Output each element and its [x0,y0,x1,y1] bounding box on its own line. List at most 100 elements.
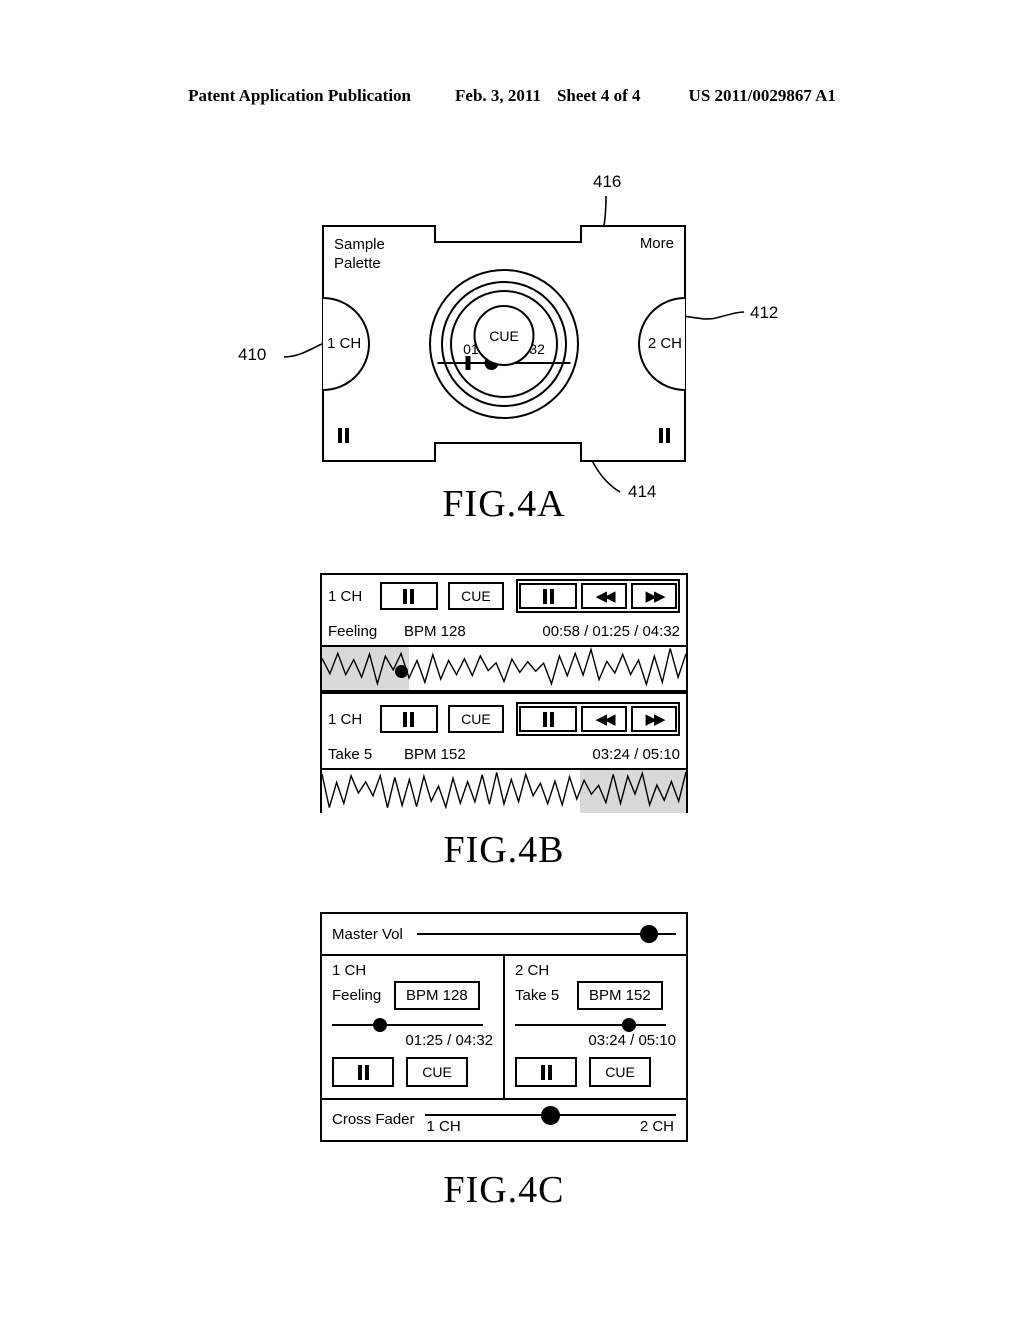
fig4a-device-screen: Sample Palette More 1 CH 2 CH Feeling 01… [322,225,686,462]
channel-strip-2-pause-button[interactable] [515,1057,577,1087]
deck-2: 1 CH CUE ◀◀ ▶▶ Take 5 BPM 152 03:24 / 05… [322,698,686,813]
fast-forward-icon: ▶▶ [645,588,665,605]
master-volume-label: Master Vol [332,925,403,943]
deck-1-transport-group: ◀◀ ▶▶ [516,579,680,613]
pause-icon [540,1064,552,1080]
callout-410: 410 [238,345,267,364]
channel-strip-2-buttons: CUE [515,1057,676,1087]
cross-fader-right-label: 2 CH [639,1118,674,1135]
fig4c-mixer-screen: Master Vol 1 CH Feeling BPM 128 01:25 / … [320,912,688,1142]
master-volume-slider[interactable] [416,925,676,943]
deck-2-controls-row: 1 CH CUE ◀◀ ▶▶ [322,698,686,740]
channel-strip-2-title: Take 5 [515,987,560,1004]
bottom-tab-bar[interactable] [434,442,582,462]
pause-icon-left[interactable] [338,428,349,448]
deck-1-track-title: Feeling [328,622,378,640]
pause-icon [542,711,554,727]
channel-strip-2-time: 03:24 / 05:10 [588,1032,676,1049]
deck-1-waveform[interactable] [322,645,686,692]
channel-strip-1-track-row: Feeling BPM 128 [332,981,493,1010]
deck-1-channel-label: 1 CH [328,587,363,605]
fig4b-dual-deck-screen: 1 CH CUE ◀◀ ▶▶ Feeling BPM 128 00:58 / 0… [320,573,688,813]
rewind-icon: ◀◀ [595,588,615,605]
channel-strip-1-label: 1 CH [332,962,367,979]
channel-strip-1-time: 01:25 / 04:32 [405,1032,493,1049]
cue-marker [465,355,471,370]
pause-icon-right[interactable] [659,428,670,448]
channel-strip-2-label: 2 CH [515,962,550,979]
channel-strip-2-bpm-box[interactable]: BPM 152 [577,981,663,1010]
pause-icon [542,588,554,604]
channel-strip-1-buttons: CUE [332,1057,493,1087]
master-volume-knob[interactable] [639,925,658,943]
deck-1-pause-button[interactable] [380,582,438,610]
fig4b-caption: FIG.4B [443,829,565,871]
deck-1-fastforward-button[interactable]: ▶▶ [631,583,677,609]
publication-date: Feb. 3, 2011 [455,86,541,105]
pause-glyph [659,428,670,443]
deck-2-rewind-button[interactable]: ◀◀ [581,706,627,732]
channel-2-half-disc[interactable]: 2 CH [638,296,685,391]
channel-strip-1-title: Feeling [332,987,382,1004]
cross-fader-knob[interactable] [541,1106,561,1125]
deck-2-bpm: BPM 152 [404,745,466,763]
deck-2-cue-button[interactable]: CUE [447,705,504,733]
page-header: Patent Application Publication Feb. 3, 2… [0,86,1024,106]
deck-1-rewind-button[interactable]: ◀◀ [581,583,627,609]
deck-1-waveform-path [322,647,686,686]
callout-412: 412 [750,303,779,322]
deck-2-channel-label: 1 CH [328,710,363,728]
channel-strip-2-slider-knob[interactable] [622,1018,637,1032]
deck-1: 1 CH CUE ◀◀ ▶▶ Feeling BPM 128 00:58 / 0… [322,575,686,692]
channel-strip-1-cue-button[interactable]: CUE [406,1057,468,1087]
pause-glyph [338,428,349,443]
channel-1-half-disc[interactable]: 1 CH [323,296,370,391]
patent-number: US 2011/0029867 A1 [688,86,836,105]
deck-2-fastforward-button[interactable]: ▶▶ [631,706,677,732]
sample-palette-line2: Palette [334,255,381,272]
rewind-icon: ◀◀ [595,711,615,728]
sample-palette-label[interactable]: Sample Palette [334,235,385,273]
pause-icon [357,1064,369,1080]
fig4a-caption: FIG.4A [442,483,566,525]
channel-1-label: 1 CH [327,335,362,352]
publication-label: Patent Application Publication [188,86,412,105]
channel-strip-1-pause-button[interactable] [332,1057,394,1087]
deck-2-waveform-path [322,770,686,809]
deck-1-cue-button[interactable]: CUE [447,582,504,610]
cross-fader-slider[interactable]: 1 CH 2 CH [424,1106,676,1135]
deck-2-info-row: Take 5 BPM 152 03:24 / 05:10 [322,740,686,768]
deck-2-pause-button[interactable] [380,705,438,733]
channel-strips: 1 CH Feeling BPM 128 01:25 / 04:32 CUE 2… [322,956,686,1098]
sheet-number: Sheet 4 of 4 [556,86,641,105]
deck-2-time: 03:24 / 05:10 [592,745,680,763]
channel-strip-1-slider[interactable] [332,1018,483,1032]
sample-palette-line1: Sample [334,236,385,253]
cross-fader-label: Cross Fader [332,1110,415,1128]
deck-1-bpm: BPM 128 [404,622,466,640]
channel-2-label: 2 CH [647,335,682,352]
deck-2-track-title: Take 5 [328,745,373,763]
deck-2-transport-group: ◀◀ ▶▶ [516,702,680,736]
channel-strip-1: 1 CH Feeling BPM 128 01:25 / 04:32 CUE [322,956,505,1098]
cue-button[interactable]: CUE [473,305,535,366]
more-button[interactable]: More [640,235,674,252]
channel-strip-1-slider-knob[interactable] [372,1018,387,1032]
channel-strip-2-cue-button[interactable]: CUE [589,1057,651,1087]
deck-1-transport-pause-button[interactable] [519,583,577,609]
deck-1-playhead-knob[interactable] [394,665,408,679]
deck-1-info-row: Feeling BPM 128 00:58 / 01:25 / 04:32 [322,617,686,645]
cross-fader-row: Cross Fader 1 CH 2 CH [322,1098,686,1138]
deck-2-transport-pause-button[interactable] [519,706,577,732]
channel-strip-1-bpm-box[interactable]: BPM 128 [394,981,480,1010]
fast-forward-icon: ▶▶ [645,711,665,728]
deck-1-controls-row: 1 CH CUE ◀◀ ▶▶ [322,575,686,617]
deck-2-waveform[interactable] [322,768,686,813]
pause-icon [403,711,415,727]
top-tab-bar[interactable] [434,225,582,243]
channel-strip-2-slider[interactable] [515,1018,666,1032]
callout-416: 416 [593,172,622,191]
deck-1-time: 00:58 / 01:25 / 04:32 [542,622,680,640]
cross-fader-left-label: 1 CH [426,1118,461,1135]
channel-strip-2-track-row: Take 5 BPM 152 [515,981,676,1010]
